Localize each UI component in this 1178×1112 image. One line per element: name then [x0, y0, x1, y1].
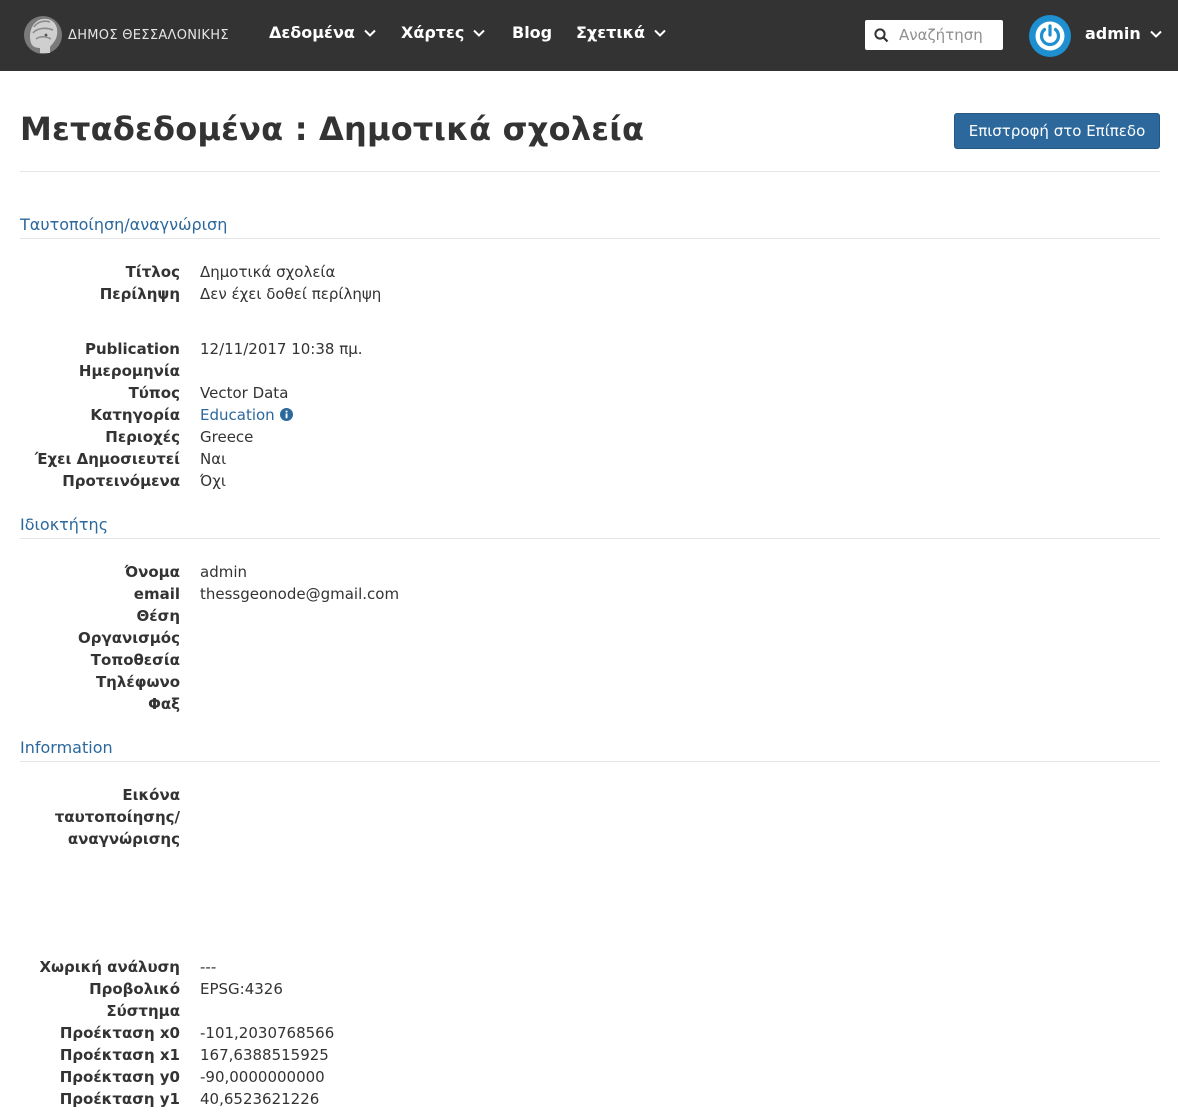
field-value-owner-name: admin — [200, 563, 247, 581]
field-label-featured: Προτεινόμενα — [62, 472, 180, 490]
field-value-extent-y1: 40,6523621226 — [200, 1090, 320, 1108]
chevron-down-icon — [364, 29, 376, 37]
nav-menu-about-label: Σχετικά — [576, 23, 645, 42]
brand-text: ΔΗΜΟΣ ΘΕΣΣΑΛΟΝΙΚΗΣ — [68, 27, 229, 43]
page-title: Μεταδεδομένα : Δημοτικά σχολεία — [20, 110, 645, 148]
field-label-publication-date-line1: Publication — [84, 340, 180, 358]
user-avatar-power-icon[interactable] — [1029, 15, 1071, 57]
field-label-extent-y1: Προέκταση y1 — [59, 1090, 180, 1108]
divider — [20, 171, 1160, 172]
field-value-publication-date: 12/11/2017 10:38 πμ. — [200, 340, 363, 358]
field-value-category: Education — [200, 404, 293, 426]
nav-menu-blog-label: Blog — [512, 23, 553, 42]
search-icon — [874, 27, 889, 42]
nav-menu-data-label: Δεδομένα — [269, 23, 355, 42]
field-value-abstract: Δεν έχει δοθεί περίληψη — [200, 285, 382, 303]
alexander-head-logo-icon — [24, 16, 62, 54]
nav-menu-data[interactable]: Δεδομένα — [269, 23, 376, 42]
field-value-title: Δημοτικά σχολεία — [200, 263, 336, 281]
nav-menu-blog[interactable]: Blog — [512, 23, 552, 42]
chevron-down-icon — [1150, 30, 1162, 38]
field-value-owner-email: thessgeonode@gmail.com — [200, 585, 400, 603]
chevron-down-icon — [654, 29, 666, 37]
user-menu[interactable]: admin — [1085, 24, 1162, 43]
field-label-regions: Περιοχές — [105, 428, 180, 446]
brand-logo-link[interactable]: ΔΗΜΟΣ ΘΕΣΣΑΛΟΝΙΚΗΣ — [22, 12, 229, 58]
field-value-published: Ναι — [200, 450, 227, 468]
field-label-extent-y0: Προέκταση y0 — [59, 1068, 180, 1086]
search-box — [865, 20, 1003, 50]
nav-menu-maps[interactable]: Χάρτες — [401, 23, 486, 42]
field-label-title: Τίτλος — [125, 263, 180, 281]
field-label-thumbnail-line1: Εικόνα — [122, 786, 180, 804]
field-label-publication-date-line2: Ημερομηνία — [78, 362, 180, 380]
field-value-projection: EPSG:4326 — [200, 980, 283, 998]
field-label-extent-x0: Προέκταση x0 — [59, 1024, 180, 1042]
field-label-owner-phone: Τηλέφωνο — [95, 673, 180, 691]
field-label-projection-line2: Σύστημα — [106, 1002, 180, 1020]
field-label-owner-organization: Οργανισμός — [78, 629, 180, 647]
search-input[interactable] — [899, 26, 1003, 44]
field-value-regions: Greece — [200, 428, 254, 446]
field-label-thumbnail-line2: ταυτοποίησης/ — [54, 808, 180, 826]
category-link[interactable]: Education — [200, 406, 275, 424]
field-label-abstract: Περίληψη — [99, 285, 180, 303]
section-title-owner: Ιδιοκτήτης — [20, 515, 109, 534]
field-label-owner-name: Όνομα — [124, 563, 180, 581]
divider — [20, 238, 1160, 239]
field-label-projection-line1: Προβολικό — [89, 980, 180, 998]
field-label-extent-x1: Προέκταση x1 — [59, 1046, 180, 1064]
field-label-published: Έχει Δημοσιευτεί — [34, 450, 180, 468]
divider — [20, 538, 1160, 539]
field-label-owner-position: Θέση — [136, 607, 180, 625]
chevron-down-icon — [473, 29, 486, 37]
field-label-owner-email: email — [133, 585, 180, 603]
info-circle-icon[interactable] — [279, 408, 293, 421]
field-label-owner-fax: Φαξ — [148, 695, 180, 713]
field-value-extent-y0: -90,0000000000 — [200, 1068, 325, 1086]
back-to-layer-button[interactable]: Επιστροφή στο Επίπεδο — [954, 113, 1160, 149]
field-label-type: Τύπος — [128, 384, 180, 402]
section-title-identification: Ταυτοποίηση/αναγνώριση — [20, 215, 228, 234]
top-navbar: ΔΗΜΟΣ ΘΕΣΣΑΛΟΝΙΚΗΣ Δεδομένα Χάρτες Blog … — [0, 0, 1178, 71]
user-name-label: admin — [1085, 24, 1141, 43]
field-label-category: Κατηγορία — [90, 406, 180, 424]
field-label-thumbnail-line3: αναγνώρισης — [67, 830, 180, 848]
divider — [20, 761, 1160, 762]
section-title-information: Information — [20, 738, 113, 757]
field-value-type: Vector Data — [200, 384, 289, 402]
field-value-extent-x0: -101,2030768566 — [200, 1024, 335, 1042]
field-value-extent-x1: 167,6388515925 — [200, 1046, 329, 1064]
field-value-featured: Όχι — [200, 472, 226, 490]
field-label-owner-location: Τοποθεσία — [90, 651, 180, 669]
nav-menu-about[interactable]: Σχετικά — [576, 23, 666, 42]
nav-menu-maps-label: Χάρτες — [401, 23, 465, 42]
field-value-spatial-resolution: --- — [200, 958, 217, 976]
field-label-spatial-resolution: Χωρική ανάλυση — [39, 958, 180, 976]
